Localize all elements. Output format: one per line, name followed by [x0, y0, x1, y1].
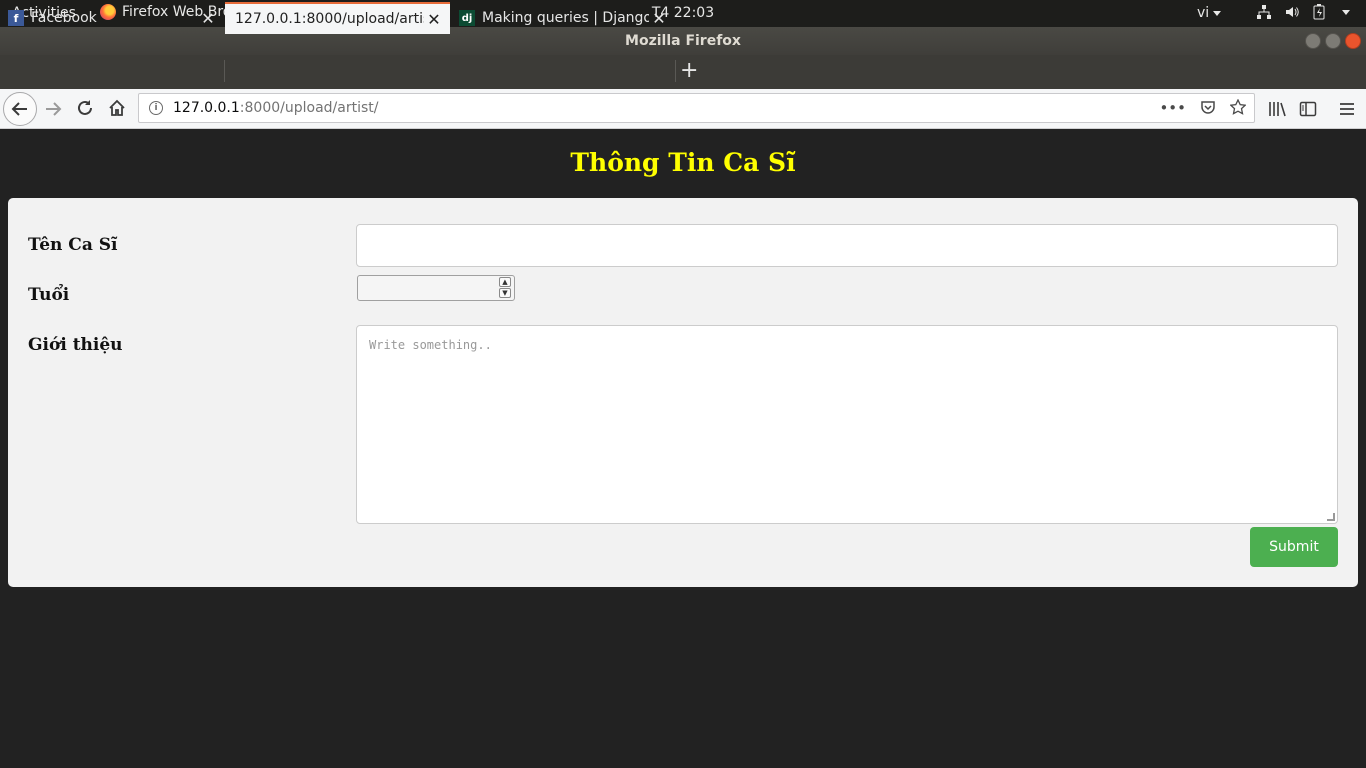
nav-toolbar: i 127.0.0.1:8000/upload/artist/ ••• — [0, 89, 1366, 129]
age-label: Tuổi — [28, 285, 70, 305]
language-menu[interactable]: vi — [1197, 5, 1222, 21]
system-tray[interactable] — [1256, 4, 1350, 20]
back-button[interactable] — [3, 92, 37, 126]
page-actions-icon[interactable]: ••• — [1159, 99, 1186, 117]
volume-icon — [1286, 7, 1299, 17]
language-label: vi — [1197, 5, 1210, 21]
age-number-input[interactable]: ▲ ▼ — [357, 275, 515, 301]
home-button[interactable] — [108, 99, 126, 117]
forward-button[interactable] — [44, 100, 62, 118]
library-icon[interactable] — [1268, 100, 1286, 118]
pocket-icon[interactable] — [1200, 99, 1216, 115]
battery-icon — [1313, 4, 1325, 20]
close-tab-icon[interactable]: ✕ — [649, 9, 669, 28]
name-input[interactable] — [356, 224, 1338, 267]
hamburger-menu-icon[interactable] — [1338, 100, 1356, 118]
artist-form: Tên Ca Sĩ Tuổi ▲ ▼ Giới thiệu Write some… — [8, 198, 1358, 587]
bio-label: Giới thiệu — [28, 335, 123, 355]
tab-label: Facebook — [31, 10, 97, 26]
resize-handle-icon[interactable] — [1327, 513, 1335, 521]
submit-button[interactable]: Submit — [1250, 527, 1338, 567]
bio-placeholder: Write something.. — [369, 338, 492, 352]
arrow-left-icon — [11, 102, 27, 116]
site-info-icon[interactable]: i — [149, 101, 163, 115]
facebook-icon: f — [8, 10, 24, 26]
network-icon — [1257, 5, 1271, 19]
close-window-button[interactable] — [1345, 33, 1361, 49]
page-content: Thông Tin Ca Sĩ Tên Ca Sĩ Tuổi ▲ ▼ Giới … — [0, 130, 1366, 768]
maximize-button[interactable] — [1325, 33, 1341, 49]
tab-label: Making queries | Django — [482, 10, 649, 26]
url-host: 127.0.0.1 — [173, 100, 240, 116]
url-bar[interactable]: i 127.0.0.1:8000/upload/artist/ ••• — [138, 93, 1255, 123]
window-title: Mozilla Firefox — [625, 33, 741, 49]
close-tab-icon[interactable]: ✕ — [424, 10, 444, 29]
step-down-icon[interactable]: ▼ — [499, 288, 511, 298]
bookmark-star-icon[interactable] — [1230, 99, 1246, 115]
tab-label: 127.0.0.1:8000/upload/artis — [235, 11, 424, 27]
sidebar-icon[interactable] — [1299, 100, 1317, 118]
chevron-down-icon — [1342, 9, 1350, 15]
tab-upload-artist[interactable]: 127.0.0.1:8000/upload/artis ✕ — [225, 2, 450, 34]
tab-django-docs[interactable]: dj Making queries | Django ✕ — [451, 2, 675, 34]
bio-textarea[interactable]: Write something.. — [356, 325, 1338, 524]
close-tab-icon[interactable]: ✕ — [198, 9, 218, 28]
new-tab-button[interactable]: + — [680, 59, 698, 83]
page-title: Thông Tin Ca Sĩ — [570, 148, 796, 177]
chevron-down-icon — [1213, 10, 1222, 16]
url-path: :8000/upload/artist/ — [239, 100, 379, 116]
name-label: Tên Ca Sĩ — [28, 235, 118, 255]
age-stepper[interactable]: ▲ ▼ — [499, 277, 511, 299]
reload-button[interactable] — [76, 99, 94, 117]
step-up-icon[interactable]: ▲ — [499, 277, 511, 287]
django-icon: dj — [459, 10, 475, 26]
tab-facebook[interactable]: f Facebook ✕ — [0, 2, 224, 34]
minimize-button[interactable] — [1305, 33, 1321, 49]
